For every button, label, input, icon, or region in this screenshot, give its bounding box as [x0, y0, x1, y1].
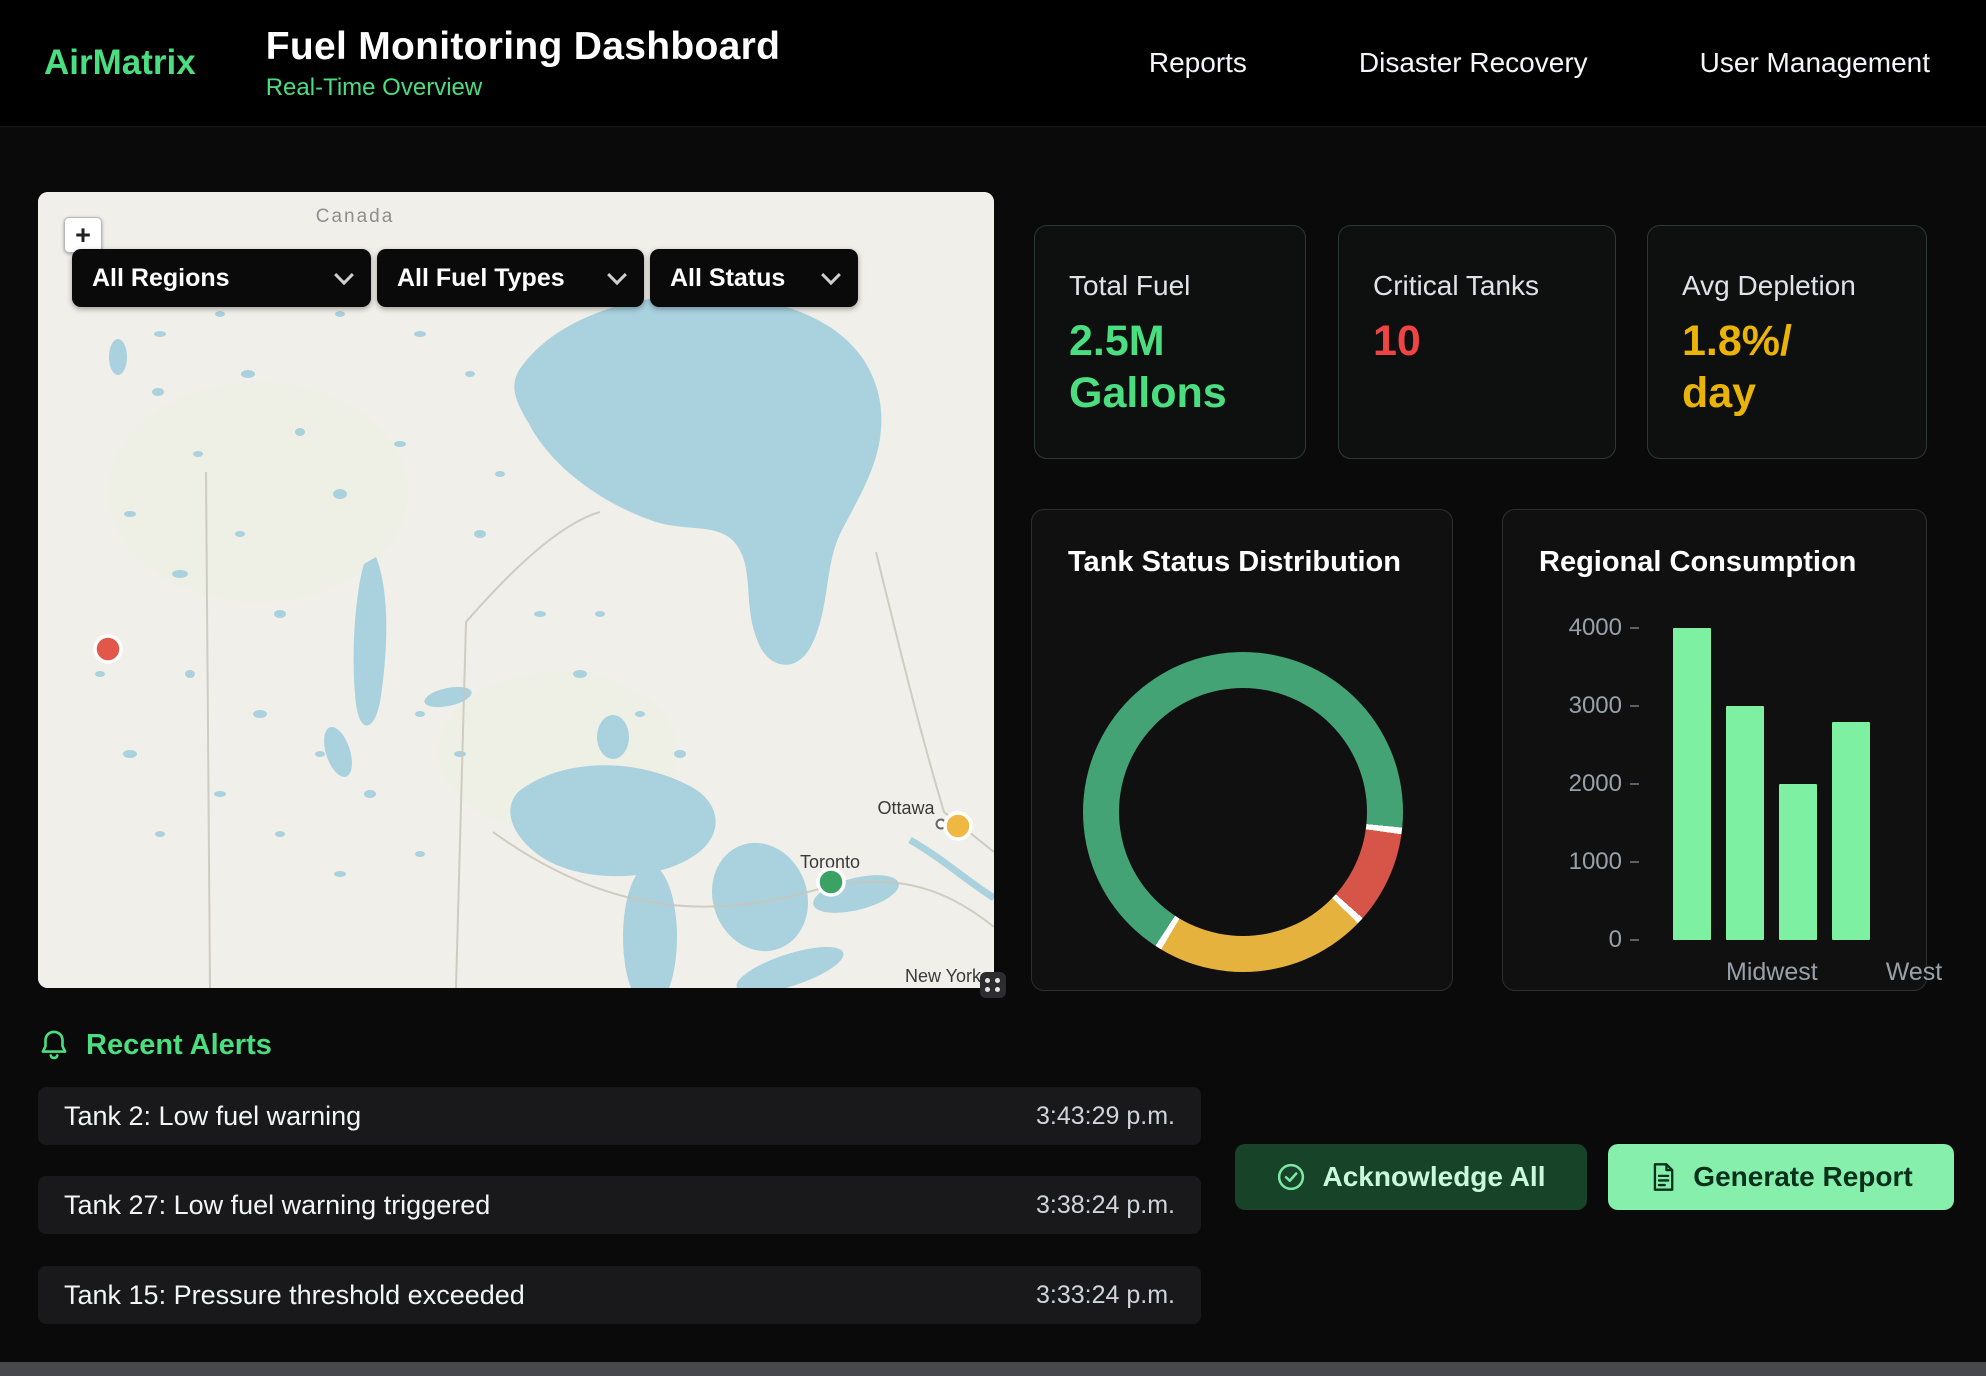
tank-status-donut[interactable]: [1083, 652, 1403, 972]
chevron-down-icon: [821, 265, 841, 285]
status-filter-dropdown[interactable]: All Status: [650, 249, 858, 307]
page-subtitle: Real-Time Overview: [266, 74, 780, 102]
regional-y-axis: 40003000200010000: [1533, 628, 1639, 940]
x-tick-label: [1673, 958, 1711, 987]
regional-x-labels: Midwest West: [1673, 958, 1942, 987]
page-title: Fuel Monitoring Dashboard: [266, 25, 780, 69]
map-label-new-york: New York: [905, 966, 982, 986]
chevron-down-icon: [334, 265, 354, 285]
fuel-type-filter-label: All Fuel Types: [397, 264, 565, 293]
horizontal-scrollbar[interactable]: [0, 1362, 1986, 1376]
region-filter-dropdown[interactable]: All Regions: [72, 249, 371, 307]
map-panel: Canada Ottawa Toronto New York + All Reg…: [38, 192, 994, 988]
map-marker-critical[interactable]: [95, 636, 121, 662]
alert-message: Tank 2: Low fuel warning: [64, 1101, 361, 1132]
fuel-type-filter-dropdown[interactable]: All Fuel Types: [377, 249, 644, 307]
map-label-ottawa: Ottawa: [877, 798, 935, 818]
stat-card-critical-tanks: Critical Tanks 10: [1338, 225, 1616, 459]
alert-row[interactable]: Tank 15: Pressure threshold exceeded 3:3…: [38, 1266, 1201, 1324]
stat-label: Avg Depletion: [1682, 270, 1892, 302]
x-tick-label: [1833, 958, 1871, 987]
acknowledge-all-button[interactable]: Acknowledge All: [1235, 1144, 1587, 1210]
alert-message: Tank 27: Low fuel warning triggered: [64, 1190, 490, 1221]
stat-label: Critical Tanks: [1373, 270, 1581, 302]
acknowledge-all-label: Acknowledge All: [1322, 1161, 1545, 1193]
regional-consumption-card: Regional Consumption 40003000200010000 M…: [1502, 509, 1927, 991]
alert-timestamp: 3:33:24 p.m.: [1036, 1281, 1175, 1310]
brand-logo[interactable]: AirMatrix: [44, 43, 196, 83]
nav-disaster-recovery[interactable]: Disaster Recovery: [1359, 47, 1588, 79]
title-block: Fuel Monitoring Dashboard Real-Time Over…: [266, 25, 780, 102]
map-resize-handle[interactable]: [980, 972, 1006, 998]
fuel-monitoring-dashboard: AirMatrix Fuel Monitoring Dashboard Real…: [0, 0, 1986, 1376]
map-canvas[interactable]: Canada Ottawa Toronto New York: [38, 192, 994, 988]
recent-alerts-header: Recent Alerts: [38, 1028, 272, 1062]
generate-report-button[interactable]: Generate Report: [1608, 1144, 1954, 1210]
bell-icon: [38, 1028, 70, 1062]
alert-row[interactable]: Tank 2: Low fuel warning 3:43:29 p.m.: [38, 1087, 1201, 1145]
alert-message: Tank 15: Pressure threshold exceeded: [64, 1280, 525, 1311]
regional-bars[interactable]: [1673, 628, 1885, 940]
consumption-bar: [1673, 628, 1711, 940]
nav-user-management[interactable]: User Management: [1700, 47, 1930, 79]
recent-alerts-title: Recent Alerts: [86, 1029, 272, 1062]
x-tick-label: Midwest: [1726, 958, 1818, 987]
chevron-down-icon: [607, 265, 627, 285]
map-marker-normal[interactable]: [818, 869, 844, 895]
status-filter-label: All Status: [670, 264, 785, 293]
nav-reports[interactable]: Reports: [1149, 47, 1247, 79]
x-tick-label: West: [1886, 958, 1943, 987]
map-marker-warning[interactable]: [945, 813, 971, 839]
stat-value: 2.5M Gallons: [1069, 316, 1239, 419]
regional-consumption-chart: 40003000200010000 MidwestWest: [1533, 628, 1898, 978]
stat-label: Total Fuel: [1069, 270, 1271, 302]
alert-timestamp: 3:38:24 p.m.: [1036, 1191, 1175, 1220]
check-circle-icon: [1276, 1162, 1306, 1192]
stat-value: 10: [1373, 316, 1581, 368]
generate-report-label: Generate Report: [1693, 1161, 1912, 1193]
consumption-bar: [1779, 784, 1817, 940]
tank-status-card: Tank Status Distribution: [1031, 509, 1453, 991]
consumption-bar: [1726, 706, 1764, 940]
map-label-canada: Canada: [316, 206, 395, 227]
regional-consumption-title: Regional Consumption: [1539, 546, 1856, 579]
map-zoom-in-button[interactable]: +: [64, 217, 102, 253]
alert-timestamp: 3:43:29 p.m.: [1036, 1102, 1175, 1131]
app-header: AirMatrix Fuel Monitoring Dashboard Real…: [0, 0, 1986, 127]
map-filter-bar: All Regions All Fuel Types All Status: [72, 249, 858, 307]
map-svg: Canada Ottawa Toronto New York: [38, 192, 994, 988]
consumption-bar: [1832, 722, 1870, 940]
stat-value: 1.8%/ day: [1682, 316, 1822, 419]
alert-row[interactable]: Tank 27: Low fuel warning triggered 3:38…: [38, 1176, 1201, 1234]
main-nav: Reports Disaster Recovery User Managemen…: [1149, 47, 1930, 79]
stat-card-avg-depletion: Avg Depletion 1.8%/ day: [1647, 225, 1927, 459]
region-filter-label: All Regions: [92, 264, 230, 293]
tank-status-title: Tank Status Distribution: [1068, 546, 1401, 579]
stat-card-total-fuel: Total Fuel 2.5M Gallons: [1034, 225, 1306, 459]
document-icon: [1649, 1162, 1677, 1192]
donut-hole: [1119, 688, 1367, 936]
